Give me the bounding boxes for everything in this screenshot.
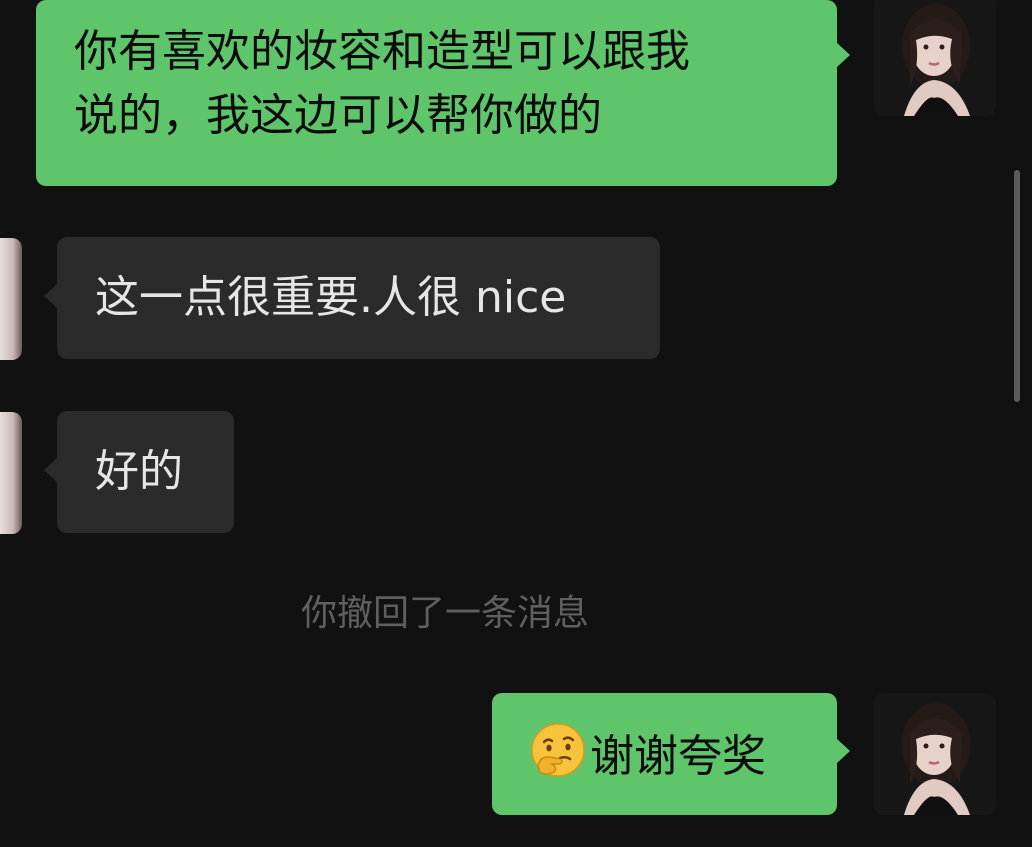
message-text: 好的 [95,446,183,497]
bubble-tail [836,42,850,68]
message-bubble-outgoing[interactable]: 谢谢夸奖 [492,693,837,815]
my-avatar[interactable] [874,0,996,116]
contact-avatar[interactable] [0,238,22,360]
chat-view: 你有喜欢的妆容和造型可以跟我 说的，我这边可以帮你做的 这一点很重要.人很 ni… [0,0,1032,847]
message-text: 谢谢夸奖 [590,731,766,782]
avatar-portrait-icon [874,0,996,116]
my-avatar[interactable] [874,693,996,815]
recall-notice: 你撤回了一条消息 [300,593,589,634]
scrollbar[interactable] [1014,170,1020,402]
bubble-tail [836,738,850,764]
message-bubble-outgoing[interactable]: 你有喜欢的妆容和造型可以跟我 说的，我这边可以帮你做的 [36,0,837,186]
message-bubble-incoming[interactable]: 好的 [57,411,234,533]
bubble-tail [44,283,58,309]
message-text: 这一点很重要.人很 nice [95,272,567,323]
message-line: 说的，我这边可以帮你做的 [74,90,602,141]
avatar-portrait-icon [874,693,996,815]
bubble-tail [44,457,58,483]
thinking-face-icon [530,722,586,796]
message-line: 你有喜欢的妆容和造型可以跟我 [74,26,690,77]
message-bubble-incoming[interactable]: 这一点很重要.人很 nice [57,237,660,359]
contact-avatar[interactable] [0,412,22,534]
